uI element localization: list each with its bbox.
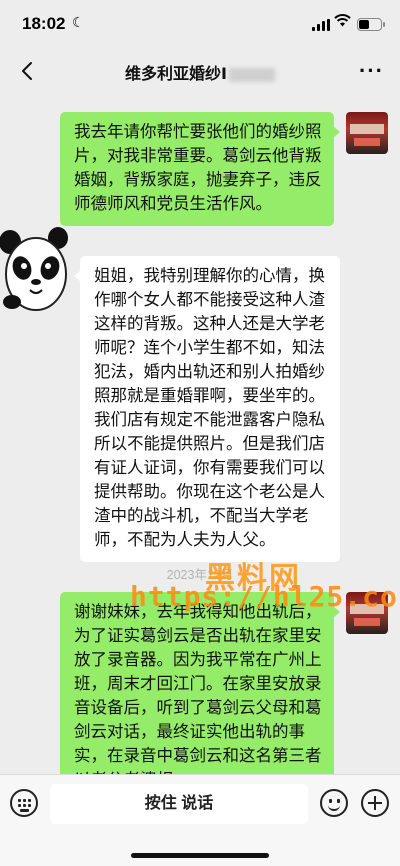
wifi-icon [334,14,351,31]
contact-avatar-panda[interactable] [0,224,72,316]
watermark-url: https://hl25.co [130,580,398,613]
battery-fill [359,20,369,29]
message-text: 我去年请你帮忙要张他们的婚纱照片，对我非常重要。葛剑云他背叛婚姻，背叛家庭，抛妻… [74,123,322,213]
message-text: 谢谢妹妹，去年我得知他出轨后，为了证实葛剑云是否出轨在家里安放了录音器。因为我平… [74,603,322,774]
emoji-icon[interactable] [320,789,348,817]
chat-header: 维多利亚婚纱Ⅰ ··· [0,48,400,94]
status-bar: 18:02 ☾ [0,0,400,48]
blurred-name [228,67,275,82]
home-indicator [131,853,269,858]
signal-icon [312,19,330,31]
message-list[interactable]: 我去年请你帮忙要张他们的婚纱照片，对我非常重要。葛剑云他背叛婚姻，背叛家庭，抛妻… [0,94,400,774]
keyboard-icon[interactable] [10,789,38,817]
status-time: 18:02 [22,14,66,33]
hold-to-talk-button[interactable]: 按住 说话 [50,784,308,824]
chat-title: 维多利亚婚纱Ⅰ [80,60,320,84]
message-bubble-outgoing[interactable]: 我去年请你帮忙要张他们的婚纱照片，对我非常重要。葛剑云他背叛婚姻，背叛家庭，抛妻… [60,112,340,226]
moon-icon: ☾ [72,14,85,30]
back-arrow-icon[interactable] [14,56,44,86]
message-bubble-incoming[interactable]: 姐姐，我特别理解你的心情，换作哪个女人都不能接受这种人渣这样的背叛。这种人还是大… [74,256,340,562]
battery-icon [357,18,385,31]
message-text: 姐姐，我特别理解你的心情，换作哪个女人都不能接受这种人渣这样的背叛。这种人还是大… [94,267,325,549]
more-options-icon[interactable]: ··· [359,58,384,84]
more-actions-plus-icon[interactable] [361,789,389,817]
chat-title-text: 维多利亚婚纱Ⅰ [125,66,227,83]
message-bubble-outgoing[interactable]: 谢谢妹妹，去年我得知他出轨后，为了证实葛剑云是否出轨在家里安放了录音器。因为我平… [60,592,340,774]
my-avatar[interactable] [346,112,388,154]
